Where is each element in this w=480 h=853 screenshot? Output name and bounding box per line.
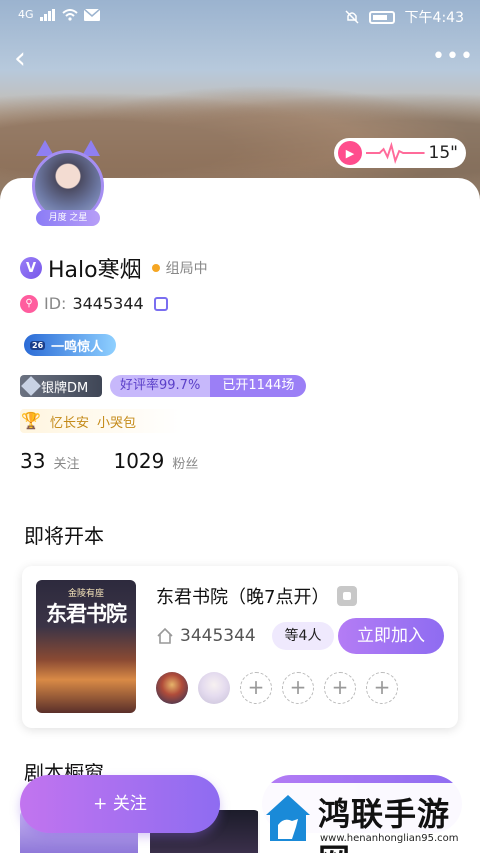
empty-seat[interactable]: + bbox=[366, 672, 398, 704]
name-row: V Halo寒烟 组局中 bbox=[20, 252, 208, 284]
level-badge: 26 一鸣惊人 bbox=[24, 334, 116, 356]
watermark-logo bbox=[266, 795, 310, 841]
wifi-icon bbox=[61, 8, 78, 21]
dm-rank-label: 银牌DM bbox=[41, 380, 89, 396]
seat-avatar[interactable] bbox=[198, 672, 230, 704]
id-row: ⚲ ID: 3445344 bbox=[20, 294, 168, 313]
dm-row: 银牌DM 好评率99.7% 已开1144场 bbox=[20, 375, 307, 397]
empty-seat[interactable]: + bbox=[240, 672, 272, 704]
copy-icon[interactable] bbox=[153, 296, 168, 311]
verified-v-icon: V bbox=[20, 257, 42, 279]
voice-intro-player[interactable]: ▶ 15" bbox=[334, 138, 466, 168]
empty-seat[interactable]: + bbox=[324, 672, 356, 704]
tag: 小哭包 bbox=[97, 415, 137, 431]
rating-text: 好评率99.7% bbox=[110, 375, 211, 397]
cover-title: 东君书院 bbox=[46, 601, 127, 626]
room-id-row: 3445344 bbox=[156, 626, 256, 646]
waveform-icon bbox=[366, 141, 425, 164]
back-button[interactable]: ‹ bbox=[14, 42, 42, 76]
tag: 忆长安 bbox=[50, 415, 90, 431]
follow-stats: 33 关注 1029 粉丝 bbox=[20, 449, 224, 473]
lock-icon bbox=[337, 586, 358, 606]
watermark-url: www.henanhonglian95.com bbox=[320, 833, 459, 844]
avatar-badge: 月度 之星 bbox=[36, 210, 100, 226]
house-icon bbox=[157, 627, 173, 644]
dm-rank-badge: 银牌DM bbox=[20, 375, 102, 397]
mail-icon bbox=[83, 8, 100, 21]
sessions-text: 已开1144场 bbox=[210, 375, 307, 397]
room-title-row: 东君书院（晚7点开） bbox=[156, 583, 358, 609]
script-cover[interactable]: 金陵有座 东君书院 bbox=[36, 580, 136, 713]
search-id-icon: ⚲ bbox=[20, 294, 38, 313]
room-id: 3445344 bbox=[180, 626, 256, 646]
fans-label[interactable]: 粉丝 bbox=[172, 453, 198, 472]
join-now-button[interactable]: 立即加入 bbox=[338, 618, 444, 654]
network-type: 4G bbox=[18, 8, 34, 21]
level-number: 26 bbox=[30, 340, 46, 350]
play-icon[interactable]: ▶ bbox=[338, 141, 362, 165]
watermark: 鸿联手游网 www.henanhonglian95.com bbox=[258, 783, 480, 853]
dm-stats-pill: 好评率99.7% 已开1144场 bbox=[110, 375, 307, 397]
level-title: 一鸣惊人 bbox=[51, 339, 104, 355]
status-dot bbox=[151, 264, 160, 272]
follow-button[interactable]: + 关注 bbox=[20, 775, 220, 833]
waiting-count: 等4人 bbox=[272, 622, 334, 650]
tag-row: 🏆 忆长安 小哭包 bbox=[20, 409, 182, 433]
seat-list: + + + + bbox=[156, 672, 398, 704]
id-value: 3445344 bbox=[72, 294, 144, 313]
seat-avatar[interactable] bbox=[156, 672, 188, 704]
username: Halo寒烟 bbox=[48, 258, 142, 283]
avatar-frame[interactable]: 月度 之星 bbox=[22, 140, 114, 230]
status-bar: 4G 下午4:43 bbox=[0, 0, 480, 32]
voice-duration: 15" bbox=[428, 143, 458, 163]
id-label: ID: bbox=[44, 294, 67, 313]
room-card[interactable]: 金陵有座 东君书院 东君书院（晚7点开） 3445344 等4人 立即加入 + … bbox=[22, 566, 458, 728]
clock: 下午4:43 bbox=[404, 10, 464, 26]
battery-icon bbox=[368, 10, 395, 24]
fans-count[interactable]: 1029 bbox=[113, 449, 164, 473]
following-count[interactable]: 33 bbox=[20, 449, 45, 473]
silver-gem-icon bbox=[21, 376, 41, 396]
status-text: 组局中 bbox=[165, 261, 208, 277]
section-title-upcoming: 即将开本 bbox=[24, 524, 104, 548]
mute-bell-icon bbox=[345, 10, 359, 24]
signal-icon bbox=[39, 8, 55, 21]
more-options-button[interactable]: ••• bbox=[432, 44, 473, 72]
trophy-icon: 🏆 bbox=[21, 411, 41, 430]
room-title: 东君书院（晚7点开） bbox=[156, 587, 330, 608]
following-label[interactable]: 关注 bbox=[53, 453, 79, 472]
empty-seat[interactable]: + bbox=[282, 672, 314, 704]
